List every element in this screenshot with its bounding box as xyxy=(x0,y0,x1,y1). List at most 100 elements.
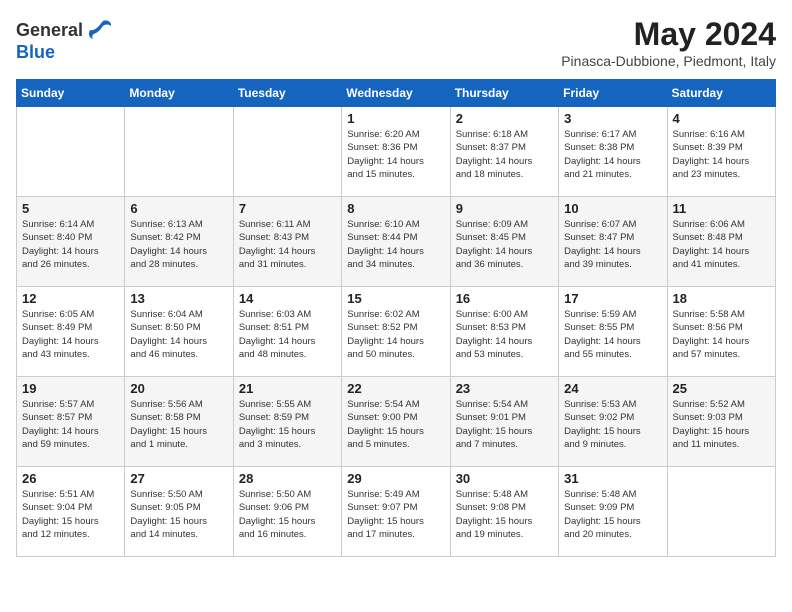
calendar-cell: 31 Sunrise: 5:48 AMSunset: 9:09 PMDayligh… xyxy=(559,467,667,557)
calendar-cell: 27Sunrise: 5:50 AMSunset: 9:05 PMDayligh… xyxy=(125,467,233,557)
day-number: 26 xyxy=(22,471,119,486)
week-row-3: 12 Sunrise: 6:05 AMSunset: 8:49 PMDayligh… xyxy=(17,287,776,377)
day-number: 13 xyxy=(130,291,227,306)
calendar-cell: 1Sunrise: 6:20 AMSunset: 8:36 PMDaylight… xyxy=(342,107,450,197)
day-info: Sunrise: 5:48 AMSunset: 9:08 PMDaylight:… xyxy=(456,488,553,541)
day-number: 22 xyxy=(347,381,444,396)
calendar-cell: 26 Sunrise: 5:51 AMSunset: 9:04 PMDayligh… xyxy=(17,467,125,557)
calendar-cell: 18 Sunrise: 5:58 AMSunset: 8:56 PMDayligh… xyxy=(667,287,775,377)
day-number: 30 xyxy=(456,471,553,486)
day-number: 20 xyxy=(130,381,227,396)
header-tuesday: Tuesday xyxy=(233,80,341,107)
day-number: 24 xyxy=(564,381,661,396)
day-info: Sunrise: 6:06 AMSunset: 8:48 PMDaylight:… xyxy=(673,218,770,271)
day-info: Sunrise: 6:18 AMSunset: 8:37 PMDaylight:… xyxy=(456,128,553,181)
day-number: 31 xyxy=(564,471,661,486)
calendar-cell xyxy=(125,107,233,197)
day-number: 25 xyxy=(673,381,770,396)
day-number: 11 xyxy=(673,201,770,216)
calendar-cell xyxy=(17,107,125,197)
week-row-1: 1Sunrise: 6:20 AMSunset: 8:36 PMDaylight… xyxy=(17,107,776,197)
header-wednesday: Wednesday xyxy=(342,80,450,107)
calendar-cell xyxy=(667,467,775,557)
day-number: 4 xyxy=(673,111,770,126)
day-info: Sunrise: 6:03 AMSunset: 8:51 PMDaylight:… xyxy=(239,308,336,361)
logo-text: General Blue xyxy=(16,16,115,63)
day-number: 16 xyxy=(456,291,553,306)
day-info: Sunrise: 5:50 AMSunset: 9:06 PMDaylight:… xyxy=(239,488,336,541)
week-row-2: 5 Sunrise: 6:14 AMSunset: 8:40 PMDaylight… xyxy=(17,197,776,287)
calendar-cell: 13 Sunrise: 6:04 AMSunset: 8:50 PMDayligh… xyxy=(125,287,233,377)
day-number: 1 xyxy=(347,111,444,126)
day-info: Sunrise: 5:58 AMSunset: 8:56 PMDaylight:… xyxy=(673,308,770,361)
day-info: Sunrise: 6:00 AMSunset: 8:53 PMDaylight:… xyxy=(456,308,553,361)
header-friday: Friday xyxy=(559,80,667,107)
header-sunday: Sunday xyxy=(17,80,125,107)
calendar-cell: 3 Sunrise: 6:17 AMSunset: 8:38 PMDaylight… xyxy=(559,107,667,197)
day-info: Sunrise: 6:13 AMSunset: 8:42 PMDaylight:… xyxy=(130,218,227,271)
calendar-cell: 24 Sunrise: 5:53 AMSunset: 9:02 PMDayligh… xyxy=(559,377,667,467)
day-number: 17 xyxy=(564,291,661,306)
header-thursday: Thursday xyxy=(450,80,558,107)
day-number: 2 xyxy=(456,111,553,126)
day-info: Sunrise: 6:05 AMSunset: 8:49 PMDaylight:… xyxy=(22,308,119,361)
logo: General Blue xyxy=(16,16,115,63)
day-info: Sunrise: 5:53 AMSunset: 9:02 PMDaylight:… xyxy=(564,398,661,451)
calendar-cell: 6 Sunrise: 6:13 AMSunset: 8:42 PMDaylight… xyxy=(125,197,233,287)
day-info: Sunrise: 6:07 AMSunset: 8:47 PMDaylight:… xyxy=(564,218,661,271)
day-info: Sunrise: 6:14 AMSunset: 8:40 PMDaylight:… xyxy=(22,218,119,271)
header-saturday: Saturday xyxy=(667,80,775,107)
day-number: 19 xyxy=(22,381,119,396)
calendar-table: SundayMondayTuesdayWednesdayThursdayFrid… xyxy=(16,79,776,557)
calendar-cell: 21 Sunrise: 5:55 AMSunset: 8:59 PMDayligh… xyxy=(233,377,341,467)
day-number: 3 xyxy=(564,111,661,126)
calendar-cell: 11 Sunrise: 6:06 AMSunset: 8:48 PMDayligh… xyxy=(667,197,775,287)
logo-general: General xyxy=(16,21,83,41)
day-info: Sunrise: 5:54 AMSunset: 9:00 PMDaylight:… xyxy=(347,398,444,451)
day-info: Sunrise: 5:48 AMSunset: 9:09 PMDaylight:… xyxy=(564,488,661,541)
calendar-cell: 12 Sunrise: 6:05 AMSunset: 8:49 PMDayligh… xyxy=(17,287,125,377)
day-info: Sunrise: 6:10 AMSunset: 8:44 PMDaylight:… xyxy=(347,218,444,271)
calendar-cell: 30 Sunrise: 5:48 AMSunset: 9:08 PMDayligh… xyxy=(450,467,558,557)
day-number: 5 xyxy=(22,201,119,216)
calendar-title: May 2024 xyxy=(561,16,776,53)
calendar-cell: 23Sunrise: 5:54 AMSunset: 9:01 PMDayligh… xyxy=(450,377,558,467)
calendar-cell: 14 Sunrise: 6:03 AMSunset: 8:51 PMDayligh… xyxy=(233,287,341,377)
day-info: Sunrise: 5:49 AMSunset: 9:07 PMDaylight:… xyxy=(347,488,444,541)
day-number: 27 xyxy=(130,471,227,486)
day-number: 10 xyxy=(564,201,661,216)
day-info: Sunrise: 5:51 AMSunset: 9:04 PMDaylight:… xyxy=(22,488,119,541)
day-number: 18 xyxy=(673,291,770,306)
day-info: Sunrise: 6:04 AMSunset: 8:50 PMDaylight:… xyxy=(130,308,227,361)
day-number: 8 xyxy=(347,201,444,216)
calendar-cell: 9 Sunrise: 6:09 AMSunset: 8:45 PMDaylight… xyxy=(450,197,558,287)
day-info: Sunrise: 6:16 AMSunset: 8:39 PMDaylight:… xyxy=(673,128,770,181)
day-number: 21 xyxy=(239,381,336,396)
title-block: May 2024 Pinasca-Dubbione, Piedmont, Ita… xyxy=(561,16,776,69)
week-row-4: 19 Sunrise: 5:57 AMSunset: 8:57 PMDayligh… xyxy=(17,377,776,467)
calendar-cell: 22 Sunrise: 5:54 AMSunset: 9:00 PMDayligh… xyxy=(342,377,450,467)
calendar-cell: 25 Sunrise: 5:52 AMSunset: 9:03 PMDayligh… xyxy=(667,377,775,467)
header-monday: Monday xyxy=(125,80,233,107)
calendar-cell: 7Sunrise: 6:11 AMSunset: 8:43 PMDaylight… xyxy=(233,197,341,287)
day-number: 9 xyxy=(456,201,553,216)
calendar-cell: 5 Sunrise: 6:14 AMSunset: 8:40 PMDaylight… xyxy=(17,197,125,287)
day-number: 23 xyxy=(456,381,553,396)
day-number: 14 xyxy=(239,291,336,306)
week-row-5: 26 Sunrise: 5:51 AMSunset: 9:04 PMDayligh… xyxy=(17,467,776,557)
day-info: Sunrise: 5:55 AMSunset: 8:59 PMDaylight:… xyxy=(239,398,336,451)
day-number: 6 xyxy=(130,201,227,216)
day-info: Sunrise: 6:09 AMSunset: 8:45 PMDaylight:… xyxy=(456,218,553,271)
day-info: Sunrise: 5:57 AMSunset: 8:57 PMDaylight:… xyxy=(22,398,119,451)
day-info: Sunrise: 6:17 AMSunset: 8:38 PMDaylight:… xyxy=(564,128,661,181)
day-number: 12 xyxy=(22,291,119,306)
day-info: Sunrise: 6:11 AMSunset: 8:43 PMDaylight:… xyxy=(239,218,336,271)
day-info: Sunrise: 5:52 AMSunset: 9:03 PMDaylight:… xyxy=(673,398,770,451)
calendar-cell: 15Sunrise: 6:02 AMSunset: 8:52 PMDayligh… xyxy=(342,287,450,377)
calendar-cell: 2 Sunrise: 6:18 AMSunset: 8:37 PMDaylight… xyxy=(450,107,558,197)
page-header: General Blue May 2024 Pinasca-Dubbione, … xyxy=(16,16,776,69)
day-info: Sunrise: 5:59 AMSunset: 8:55 PMDaylight:… xyxy=(564,308,661,361)
calendar-cell: 19 Sunrise: 5:57 AMSunset: 8:57 PMDayligh… xyxy=(17,377,125,467)
day-number: 28 xyxy=(239,471,336,486)
calendar-cell: 20Sunrise: 5:56 AMSunset: 8:58 PMDayligh… xyxy=(125,377,233,467)
